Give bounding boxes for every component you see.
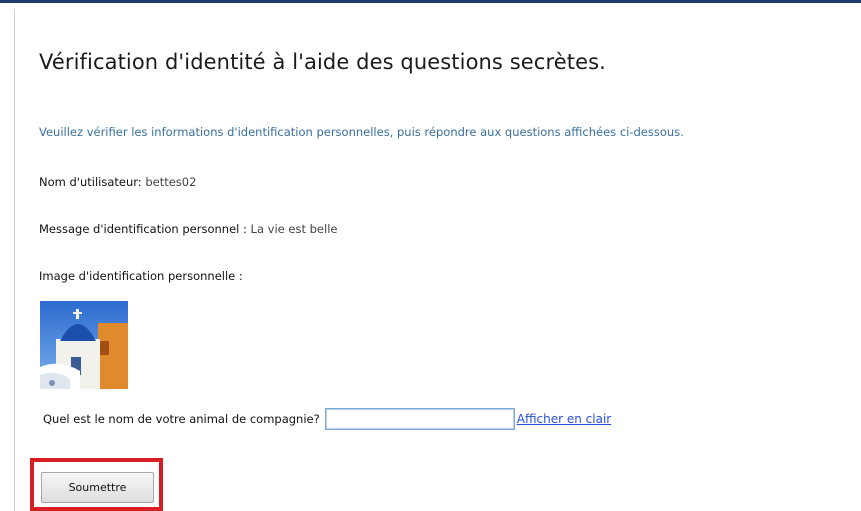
page-title: Vérification d'identité à l'aide des que… (39, 50, 606, 74)
security-answer-input[interactable] (324, 408, 515, 430)
left-divider (14, 9, 15, 511)
personal-identification-image (40, 301, 128, 389)
security-question-label: Quel est le nom de votre animal de compa… (43, 412, 320, 426)
submit-button[interactable]: Soumettre (41, 472, 154, 503)
personal-message-value: La vie est belle (250, 222, 338, 236)
show-in-clear-link[interactable]: Afficher en clair (517, 412, 612, 426)
username-value: bettes02 (145, 175, 197, 189)
page-frame: Vérification d'identité à l'aide des que… (0, 0, 861, 511)
personal-message-row: Message d'identification personnel : La … (39, 222, 337, 236)
personal-image-label: Image d'identification personnelle : (39, 269, 243, 283)
username-label: Nom d'utilisateur: (39, 175, 142, 189)
instructions-text: Veuillez vérifier les informations d'ide… (39, 125, 684, 139)
username-row: Nom d'utilisateur: bettes02 (39, 175, 196, 189)
security-question-row: Quel est le nom de votre animal de compa… (43, 406, 611, 432)
personal-message-label: Message d'identification personnel : (39, 222, 247, 236)
